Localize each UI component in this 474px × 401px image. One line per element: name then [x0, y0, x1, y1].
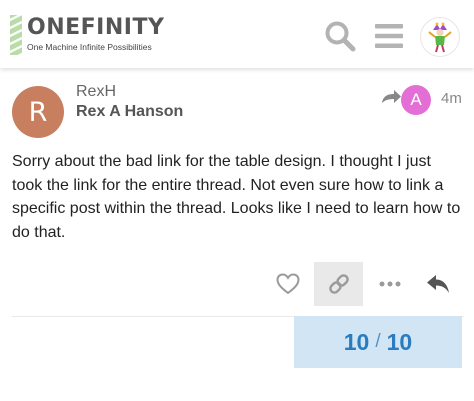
reply-to-avatar-letter: A — [410, 90, 422, 109]
progress-total: 10 — [386, 328, 413, 355]
site-header: ONEFINITY One Machine Infinite Possibili… — [0, 0, 474, 68]
logo-stripes-icon — [10, 15, 22, 55]
more-dots-icon — [379, 281, 401, 287]
avatar-letter: R — [28, 96, 48, 128]
link-icon — [328, 274, 349, 294]
progress-current: 10 — [343, 328, 370, 355]
topic-page: ONEFINITY One Machine Infinite Possibili… — [0, 0, 474, 401]
reply-to-arrow-icon[interactable] — [380, 89, 402, 109]
reply-icon — [427, 275, 449, 293]
share-link-button[interactable] — [314, 262, 363, 306]
logo-tagline: One Machine Infinite Possibilities — [27, 42, 152, 52]
heart-icon — [276, 273, 300, 295]
site-logo[interactable]: ONEFINITY One Machine Infinite Possibili… — [10, 15, 164, 57]
search-icon[interactable] — [323, 19, 357, 53]
like-button[interactable] — [270, 266, 306, 302]
reply-to-avatar[interactable]: A — [401, 85, 431, 115]
post-full-name[interactable]: Rex A Hanson — [76, 103, 183, 121]
post-date[interactable]: 4m — [441, 90, 462, 107]
post-username[interactable]: RexH — [76, 83, 116, 101]
jester-avatar-icon — [428, 22, 452, 53]
post-author-avatar[interactable]: R — [12, 86, 64, 138]
topic-progress[interactable]: 10 / 10 — [294, 316, 462, 368]
user-avatar[interactable] — [420, 17, 460, 57]
progress-separator: / — [375, 331, 381, 352]
logo-title: ONEFINITY — [27, 15, 165, 40]
hamburger-menu-icon[interactable] — [373, 21, 405, 51]
reply-button[interactable] — [420, 266, 456, 302]
more-actions-button[interactable] — [372, 266, 408, 302]
post-body: Sorry about the bad link for the table d… — [12, 153, 461, 241]
